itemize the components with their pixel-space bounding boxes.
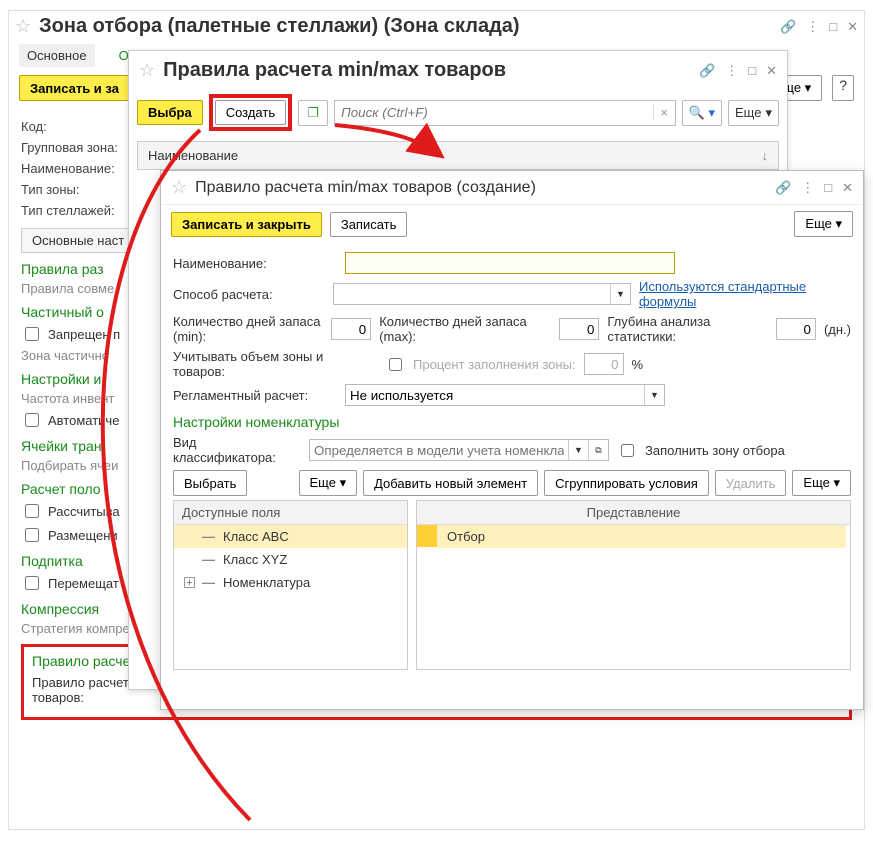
- kebab-icon[interactable]: ⋮: [801, 180, 814, 196]
- method-select[interactable]: ▼: [333, 283, 631, 305]
- label-days-min: Количество дней запаса (min):: [173, 314, 323, 344]
- win1-title: Зона отбора (палетные стеллажи) (Зона ск…: [39, 15, 519, 38]
- copy-button[interactable]: ❐: [298, 100, 328, 126]
- win3-title: Правило расчета min/max товаров (создани…: [195, 179, 536, 197]
- maximize-icon[interactable]: □: [829, 19, 837, 34]
- name-input[interactable]: [345, 252, 675, 274]
- help-button[interactable]: ?: [832, 75, 854, 101]
- annotation-highlight-create: Создать: [209, 94, 292, 131]
- label-fill-pct: Процент заполнения зоны:: [413, 357, 576, 372]
- delete-button: Удалить: [715, 470, 787, 496]
- open-icon[interactable]: ⧉: [588, 440, 608, 460]
- stat-depth-input[interactable]: [776, 318, 816, 340]
- win2-title: Правила расчета min/max товаров: [163, 59, 506, 82]
- tree-item-abc[interactable]: —Класс ABC: [174, 525, 407, 548]
- select-button[interactable]: Выбра: [137, 100, 203, 125]
- repr-row-filter[interactable]: Отбор: [417, 525, 850, 547]
- select-button[interactable]: Выбрать: [173, 470, 247, 496]
- label-method: Способ расчета:: [173, 287, 325, 302]
- maximize-icon[interactable]: □: [748, 63, 756, 78]
- more-left-button[interactable]: Еще ▾: [299, 470, 358, 496]
- tree-item-nomen[interactable]: +—Номенклатура: [174, 571, 407, 594]
- dropdown-icon[interactable]: ▼: [610, 284, 630, 304]
- label-days-unit: (дн.): [824, 322, 851, 337]
- save-close-button[interactable]: Записать и за: [19, 75, 130, 101]
- add-element-button[interactable]: Добавить новый элемент: [363, 470, 538, 496]
- close-icon[interactable]: ✕: [847, 19, 858, 35]
- section-nomenclature: Настройки номенклатуры: [173, 414, 851, 430]
- label-reg-calc: Регламентный расчет:: [173, 388, 337, 403]
- label-stat-depth: Глубина анализа статистики:: [607, 314, 768, 344]
- dropdown-icon[interactable]: ▼: [644, 385, 664, 405]
- maximize-icon[interactable]: □: [824, 180, 832, 195]
- label-classifier: Вид классификатора:: [173, 435, 301, 465]
- more-button[interactable]: Еще ▾: [728, 100, 779, 126]
- tree-item-xyz[interactable]: —Класс XYZ: [174, 548, 407, 571]
- label-name: Наименование:: [173, 256, 337, 271]
- days-max-input[interactable]: [559, 318, 599, 340]
- clear-search-icon[interactable]: ×: [653, 105, 675, 120]
- dropdown-icon[interactable]: ▼: [568, 440, 588, 460]
- kebab-icon[interactable]: ⋮: [806, 19, 819, 35]
- link-icon[interactable]: 🔗: [775, 180, 791, 196]
- star-icon[interactable]: ☆: [139, 60, 155, 81]
- panel-head-right: Представление: [417, 501, 850, 525]
- search-box[interactable]: ×: [334, 100, 676, 126]
- more-button[interactable]: Еще ▾: [794, 211, 853, 237]
- label-pct: %: [632, 357, 644, 372]
- list-header[interactable]: Наименование ↓: [137, 141, 779, 170]
- reg-calc-select[interactable]: ▼: [345, 384, 665, 406]
- label-fill-zone: Заполнить зону отбора: [645, 443, 785, 458]
- search-dropdown-button[interactable]: 🔍 ▾: [682, 100, 722, 126]
- close-icon[interactable]: ✕: [766, 63, 777, 79]
- star-icon[interactable]: ☆: [171, 177, 187, 198]
- more-right-button[interactable]: Еще ▾: [792, 470, 851, 496]
- save-close-button[interactable]: Записать и закрыть: [171, 212, 322, 237]
- close-icon[interactable]: ✕: [842, 180, 853, 196]
- star-icon[interactable]: ☆: [15, 16, 31, 37]
- row-marker: [417, 525, 437, 547]
- fill-zone-checkbox[interactable]: [621, 444, 634, 457]
- kebab-icon[interactable]: ⋮: [725, 63, 738, 79]
- tab-basic-settings[interactable]: Основные наст: [21, 228, 135, 252]
- link-icon[interactable]: 🔗: [699, 63, 715, 79]
- create-button[interactable]: Создать: [215, 100, 286, 125]
- sort-icon[interactable]: ↓: [762, 148, 769, 163]
- window-rule-create: ☆ Правило расчета min/max товаров (созда…: [160, 170, 864, 710]
- label-days-max: Количество дней запаса (max):: [379, 314, 551, 344]
- representation-panel: Представление Отбор: [416, 500, 851, 670]
- std-formulas-link[interactable]: Используются стандартные формулы: [639, 279, 851, 309]
- panel-head-left: Доступные поля: [174, 501, 407, 525]
- link-icon[interactable]: 🔗: [780, 19, 796, 35]
- tab-main[interactable]: Основное: [19, 44, 95, 67]
- label-consider-vol: Учитывать объем зоны и товаров:: [173, 349, 377, 379]
- expand-icon[interactable]: +: [184, 577, 195, 588]
- consider-vol-checkbox[interactable]: [389, 358, 402, 371]
- days-min-input[interactable]: [331, 318, 371, 340]
- column-name: Наименование: [148, 148, 238, 163]
- group-button[interactable]: Сгруппировать условия: [544, 470, 709, 496]
- win1-titlebar: ☆ Зона отбора (палетные стеллажи) (Зона …: [9, 11, 864, 42]
- fill-pct-input: [584, 353, 624, 375]
- available-fields-panel: Доступные поля —Класс ABC —Класс XYZ +—Н…: [173, 500, 408, 670]
- classifier-select[interactable]: ▼ ⧉: [309, 439, 609, 461]
- save-button[interactable]: Записать: [330, 212, 408, 237]
- search-input[interactable]: [335, 105, 653, 120]
